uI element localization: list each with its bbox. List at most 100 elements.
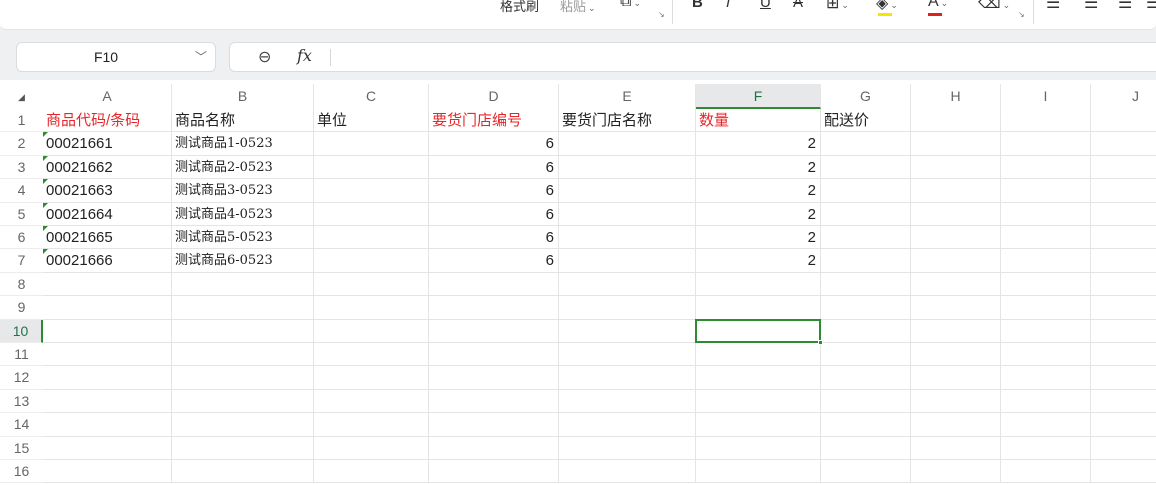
cell-h4[interactable] [911,179,1001,203]
cell-i7[interactable] [1001,249,1091,273]
cell-c11[interactable] [314,343,429,367]
column-header-b[interactable]: B [172,84,314,109]
paste-button[interactable]: 粘贴 ⌄ [560,0,596,15]
chevron-down-icon[interactable]: ﹀ [195,48,207,65]
cell-c8[interactable] [314,272,429,297]
clear-icon[interactable]: ⌫ ⌄ [978,0,1010,13]
cell-e12[interactable] [559,366,696,390]
cell-c9[interactable] [314,296,429,320]
cell-b6[interactable]: 测试商品5-0523 [172,226,314,250]
cell-d1[interactable]: 要货门店编号 [429,109,559,133]
cell-d13[interactable] [429,389,559,414]
cell-j9[interactable] [1091,296,1156,320]
cell-i12[interactable] [1001,366,1091,390]
select-all-corner[interactable]: ◢ [0,84,43,109]
row-header-10[interactable]: 10 [0,319,43,343]
cell-i6[interactable] [1001,226,1091,250]
cell-j4[interactable] [1091,179,1156,203]
cell-a11[interactable] [43,343,172,367]
column-header-h[interactable]: H [911,84,1001,109]
cell-f11[interactable] [696,343,821,367]
cell-d3[interactable]: 6 [429,155,559,180]
cell-j1[interactable] [1091,109,1156,133]
cell-i8[interactable] [1001,272,1091,297]
bold-icon[interactable]: B [692,0,703,11]
cell-h3[interactable] [911,155,1001,180]
cell-a13[interactable] [43,389,172,414]
cell-f2[interactable]: 2 [696,132,821,156]
dialog-launcher-icon[interactable]: ↘ [658,10,665,19]
cell-h16[interactable] [911,460,1001,484]
cell-c13[interactable] [314,389,429,414]
cell-e6[interactable] [559,226,696,250]
cell-b13[interactable] [172,389,314,414]
cell-h14[interactable] [911,413,1001,437]
cell-i3[interactable] [1001,155,1091,180]
cell-a10[interactable] [43,319,172,343]
cell-i11[interactable] [1001,343,1091,367]
cell-c6[interactable] [314,226,429,250]
cell-b11[interactable] [172,343,314,367]
cell-c4[interactable] [314,179,429,203]
cell-d12[interactable] [429,366,559,390]
cell-g3[interactable] [821,155,911,180]
cell-g10[interactable] [821,319,911,343]
cell-h15[interactable] [911,436,1001,460]
cell-i14[interactable] [1001,413,1091,437]
cell-a7[interactable]: 00021666 [43,249,172,273]
cell-f16[interactable] [696,460,821,484]
cell-f7[interactable]: 2 [696,249,821,273]
font-color-icon[interactable]: A ⌄ [928,0,948,11]
cell-j3[interactable] [1091,156,1156,180]
italic-icon[interactable]: I [726,0,730,11]
dialog-launcher-icon[interactable]: ↘ [1018,10,1025,19]
column-header-c[interactable]: C [314,84,429,109]
cell-e10[interactable] [559,319,696,343]
underline-icon[interactable]: U [760,0,771,11]
cell-f4[interactable]: 2 [696,179,821,203]
cell-h12[interactable] [911,366,1001,390]
fill-color-icon[interactable]: ◈ ⌄ [876,0,898,13]
cell-d7[interactable]: 6 [429,249,559,273]
cell-c16[interactable] [314,460,429,484]
cell-g5[interactable] [821,202,911,226]
cell-d11[interactable] [429,343,559,367]
cell-i1[interactable] [1001,109,1091,133]
cell-a4[interactable]: 00021663 [43,179,172,203]
cell-f15[interactable] [696,436,821,460]
cell-d8[interactable] [429,272,559,297]
cell-e14[interactable] [559,413,696,437]
cell-j12[interactable] [1091,366,1156,390]
cell-e5[interactable] [559,202,696,226]
cell-e4[interactable] [559,179,696,203]
row-header-1[interactable]: 1 [0,109,43,133]
cell-g9[interactable] [821,296,911,320]
align-left-icon[interactable]: ☰ [1046,0,1060,13]
cell-h7[interactable] [911,249,1001,273]
cell-h10[interactable] [911,319,1001,343]
row-header-2[interactable]: 2 [0,132,43,156]
cell-a16[interactable] [43,460,172,484]
column-header-a[interactable]: A [43,84,172,109]
row-header-12[interactable]: 12 [0,366,43,390]
cell-j10[interactable] [1091,320,1156,343]
cell-b8[interactable] [172,272,314,297]
cell-d5[interactable]: 6 [429,202,559,226]
cell-b10[interactable] [172,319,314,343]
cell-f6[interactable]: 2 [696,226,821,250]
cell-a14[interactable] [43,413,172,437]
cell-e11[interactable] [559,343,696,367]
column-header-i[interactable]: I [1001,84,1091,109]
column-header-j[interactable]: J [1091,84,1156,109]
cell-d4[interactable]: 6 [429,179,559,203]
cell-g4[interactable] [821,179,911,203]
cell-a15[interactable] [43,436,172,460]
cell-g12[interactable] [821,366,911,390]
cell-f13[interactable] [696,389,821,414]
cell-d15[interactable] [429,436,559,460]
format-painter-button[interactable]: 格式刷 [500,0,539,15]
cell-e8[interactable] [559,272,696,297]
cell-g15[interactable] [821,436,911,460]
align-right-icon[interactable]: ☰ [1118,0,1132,13]
cell-d16[interactable] [429,460,559,484]
